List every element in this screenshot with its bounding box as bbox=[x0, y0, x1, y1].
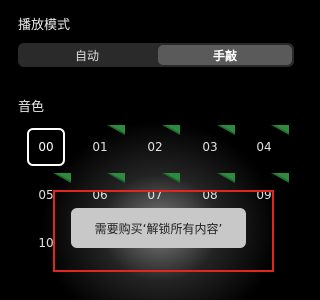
tone-label: 02 bbox=[147, 140, 163, 154]
tone-item-03[interactable]: 03 bbox=[191, 125, 235, 166]
locked-badge-icon bbox=[53, 173, 71, 183]
play-mode-manual-button[interactable]: 手敲 bbox=[158, 45, 292, 65]
locked-badge-icon bbox=[271, 173, 289, 183]
tone-label: 03 bbox=[202, 140, 218, 154]
locked-badge-icon bbox=[217, 173, 235, 183]
toast-message: 需要购买‘解锁所有内容’ bbox=[94, 221, 223, 236]
locked-badge-icon bbox=[271, 125, 289, 135]
purchase-required-toast: 需要购买‘解锁所有内容’ bbox=[71, 208, 246, 248]
tone-label: 01 bbox=[92, 140, 108, 154]
tone-label: 00 bbox=[38, 140, 54, 154]
tone-item-01[interactable]: 01 bbox=[81, 125, 125, 166]
play-mode-segmented-control: 自动 手敲 bbox=[18, 43, 294, 67]
locked-badge-icon bbox=[107, 125, 125, 135]
tone-label: 04 bbox=[256, 140, 272, 154]
tone-label: 05 bbox=[38, 188, 54, 202]
tone-item-00[interactable]: 00 bbox=[27, 128, 65, 166]
tone-item-02[interactable]: 02 bbox=[136, 125, 180, 166]
locked-badge-icon bbox=[162, 125, 180, 135]
play-mode-auto-button[interactable]: 自动 bbox=[20, 45, 154, 65]
play-mode-title: 播放模式 bbox=[18, 18, 71, 33]
locked-badge-icon bbox=[217, 125, 235, 135]
tone-label: 10 bbox=[38, 236, 54, 250]
locked-badge-icon bbox=[162, 173, 180, 183]
tone-title: 音色 bbox=[18, 100, 45, 115]
locked-badge-icon bbox=[107, 173, 125, 183]
tone-item-04[interactable]: 04 bbox=[245, 125, 289, 166]
